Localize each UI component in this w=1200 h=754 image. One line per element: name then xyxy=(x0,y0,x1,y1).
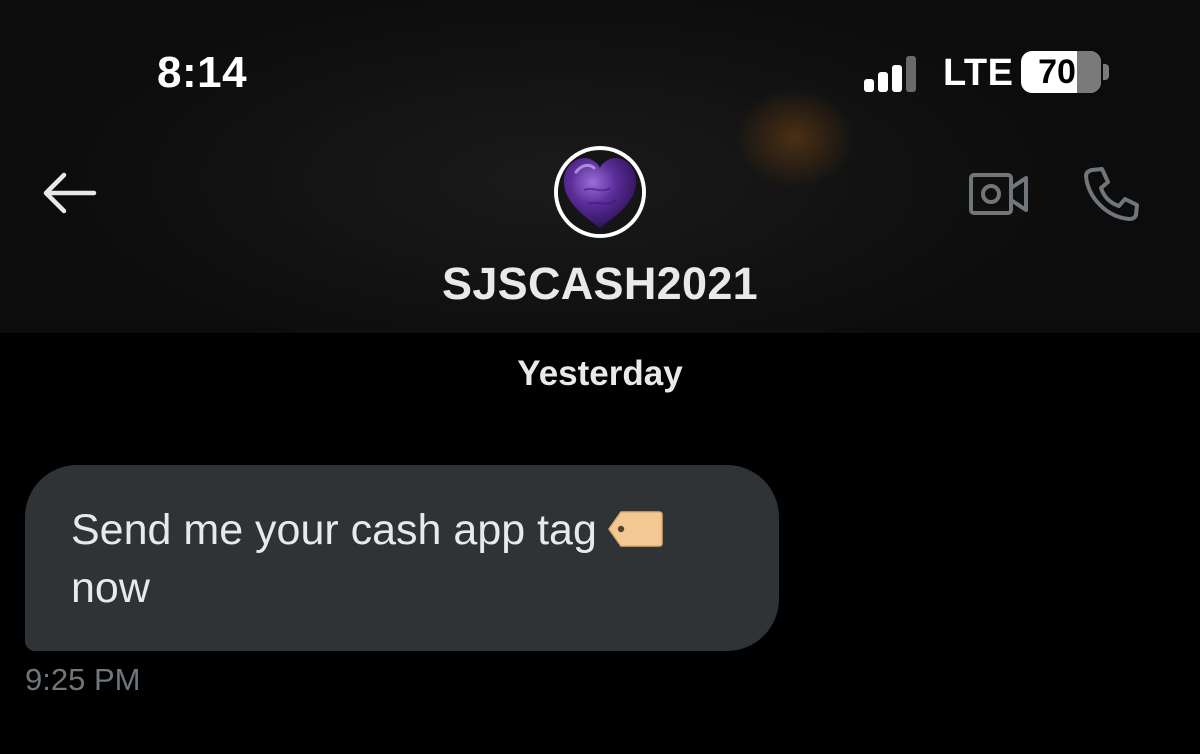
conversation-header: 8:14 LTE 70 SJSCASH2021 xyxy=(0,0,1200,333)
status-time: 8:14 xyxy=(157,48,248,97)
message-bubble[interactable]: Send me your cash app tag now xyxy=(25,465,779,651)
signal-bar xyxy=(892,65,902,92)
message-text-line2: now xyxy=(71,564,150,612)
contact-avatar[interactable] xyxy=(554,146,646,238)
signal-bar xyxy=(878,72,888,92)
voice-call-button[interactable] xyxy=(1080,164,1142,222)
avatar-image xyxy=(558,150,642,234)
label-tag-icon xyxy=(607,505,663,547)
battery-tip xyxy=(1103,64,1109,80)
battery-icon: 70 xyxy=(1021,51,1101,93)
network-type: LTE xyxy=(943,52,1014,94)
message-text: Send me your cash app tag xyxy=(71,506,597,554)
back-button[interactable] xyxy=(38,168,100,218)
dm-screen: 8:14 LTE 70 SJSCASH2021 Yesterday Send m… xyxy=(0,0,1200,754)
phone-icon xyxy=(1084,167,1139,221)
message-timestamp: 9:25 PM xyxy=(25,662,141,697)
battery-level: 70 xyxy=(1038,53,1076,91)
video-call-button[interactable] xyxy=(968,170,1030,218)
arrow-left-icon xyxy=(43,172,97,214)
signal-bar xyxy=(906,56,916,92)
video-camera-icon xyxy=(969,173,1028,215)
contact-name[interactable]: SJSCASH2021 xyxy=(0,258,1200,310)
signal-bar xyxy=(864,79,874,92)
cellular-signal-icon xyxy=(864,52,924,92)
purple-heart-stone-icon xyxy=(558,150,642,234)
date-separator: Yesterday xyxy=(517,354,683,393)
